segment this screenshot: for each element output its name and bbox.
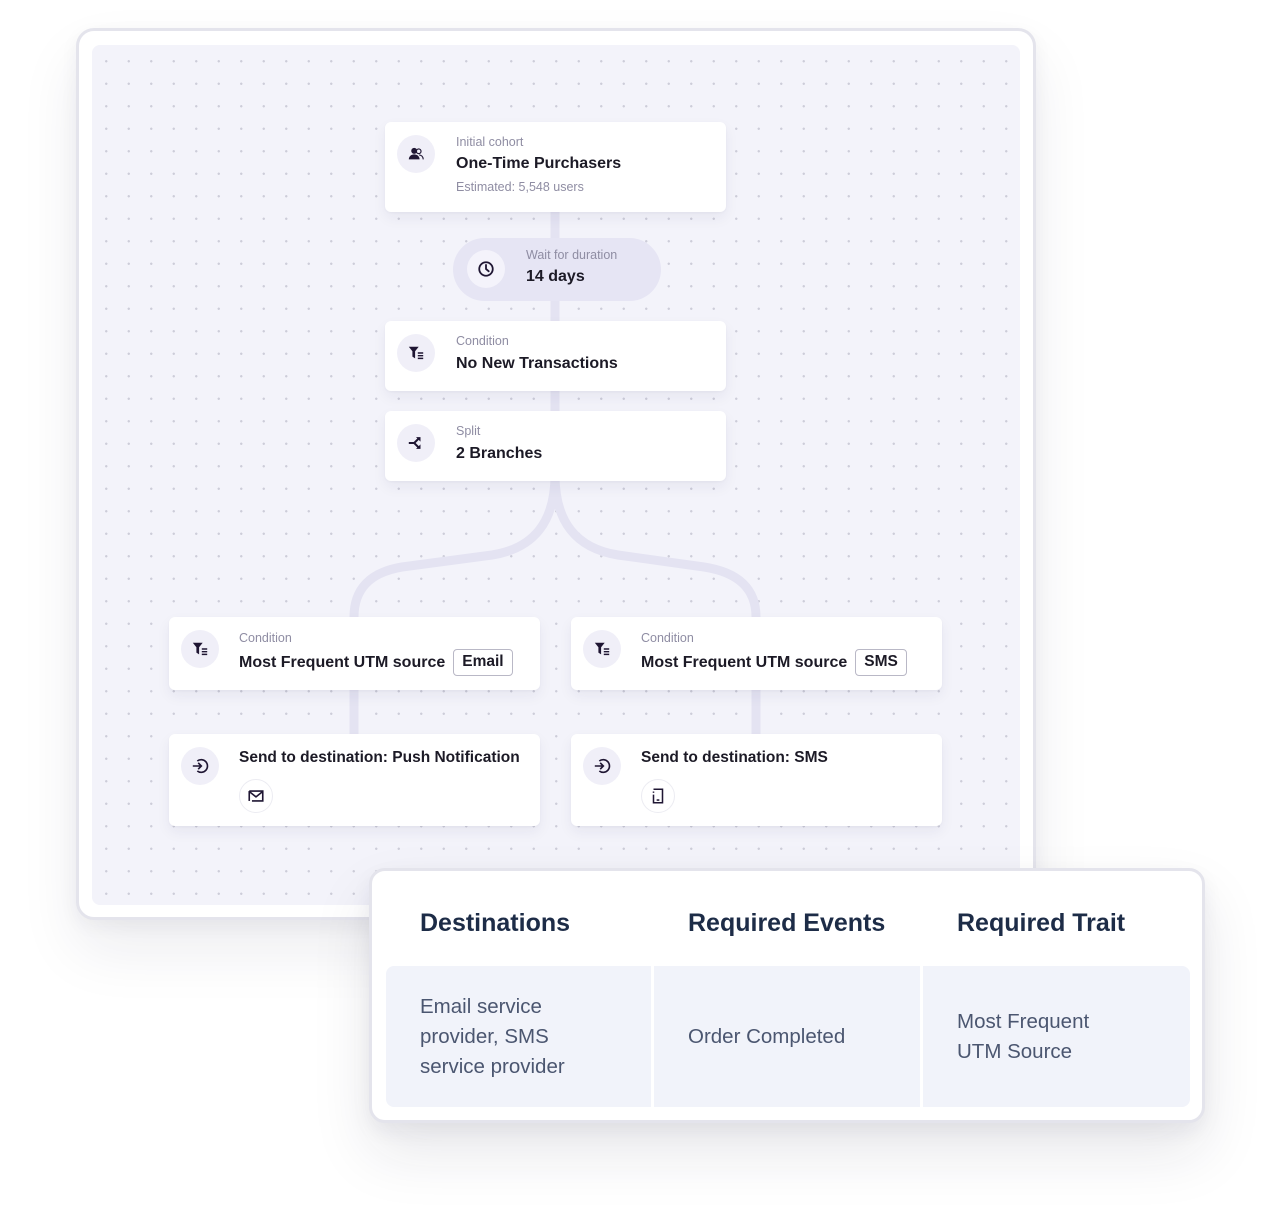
cell-line: Email service — [420, 994, 542, 1018]
connector-branch-left — [349, 470, 560, 750]
cell-required-trait: Most Frequent UTM Source — [923, 966, 1190, 1107]
cell-line: Order Completed — [688, 1024, 846, 1048]
node-kicker: Condition — [456, 334, 509, 348]
node-title: Send to destination: SMS — [641, 749, 828, 766]
destination-node-push[interactable]: Send to destination: Push Notification — [169, 734, 540, 826]
requirements-table: Destinations Required Events Required Tr… — [369, 868, 1205, 1123]
node-kicker: Wait for duration — [526, 248, 618, 262]
node-title: Send to destination: Push Notification — [239, 749, 520, 766]
initial-cohort-node[interactable]: Initial cohort One-Time Purchasers Estim… — [385, 122, 726, 212]
column-header-required-events: Required Events — [688, 909, 886, 937]
workflow-canvas[interactable]: Initial cohort One-Time Purchasers Estim… — [92, 45, 1020, 905]
utm-value-tag: Email — [453, 649, 513, 676]
cell-line: service provider — [420, 1054, 565, 1078]
branch-condition-node-sms[interactable]: Condition Most Frequent UTM source SMS — [571, 617, 942, 690]
clock-icon — [467, 250, 505, 288]
node-kicker: Initial cohort — [456, 135, 524, 149]
cell-line: Most Frequent — [957, 1009, 1090, 1033]
node-title: Most Frequent UTM source SMS — [641, 649, 907, 676]
node-title: 14 days — [526, 268, 585, 285]
column-header-required-trait: Required Trait — [957, 909, 1126, 937]
cell-line: UTM Source — [957, 1039, 1073, 1063]
filter-icon — [583, 630, 621, 668]
cell-line: provider, SMS — [420, 1024, 549, 1048]
cell-destinations: Email service provider, SMS service prov… — [386, 966, 651, 1107]
node-title: Most Frequent UTM source Email — [239, 649, 513, 676]
node-title: No New Transactions — [456, 355, 618, 372]
condition-node[interactable]: Condition No New Transactions — [385, 321, 726, 391]
wait-duration-node[interactable]: Wait for duration 14 days — [453, 238, 661, 301]
node-kicker: Split — [456, 424, 481, 438]
phone-icon — [641, 779, 675, 813]
condition-label: Most Frequent UTM source — [641, 653, 848, 671]
filter-icon — [181, 630, 219, 668]
node-title: One-Time Purchasers — [456, 155, 622, 172]
cohort-estimate: Estimated: 5,548 users — [456, 180, 584, 194]
node-title: 2 Branches — [456, 445, 543, 462]
filter-icon — [397, 334, 435, 372]
send-icon — [181, 747, 219, 785]
column-header-destinations: Destinations — [420, 909, 571, 937]
workflow-frame: Initial cohort One-Time Purchasers Estim… — [76, 28, 1036, 920]
users-icon — [397, 135, 435, 173]
split-icon — [397, 424, 435, 462]
node-kicker: Condition — [641, 631, 694, 645]
split-node[interactable]: Split 2 Branches — [385, 411, 726, 481]
mail-icon — [239, 779, 273, 813]
destination-node-sms[interactable]: Send to destination: SMS — [571, 734, 942, 826]
utm-value-tag: SMS — [855, 649, 907, 676]
table-row: Email service provider, SMS service prov… — [386, 966, 1190, 1107]
branch-condition-node-email[interactable]: Condition Most Frequent UTM source Email — [169, 617, 540, 690]
cell-required-events: Order Completed — [654, 966, 920, 1107]
connector-branch-right — [550, 470, 761, 750]
node-kicker: Condition — [239, 631, 292, 645]
send-icon — [583, 747, 621, 785]
condition-label: Most Frequent UTM source — [239, 653, 446, 671]
